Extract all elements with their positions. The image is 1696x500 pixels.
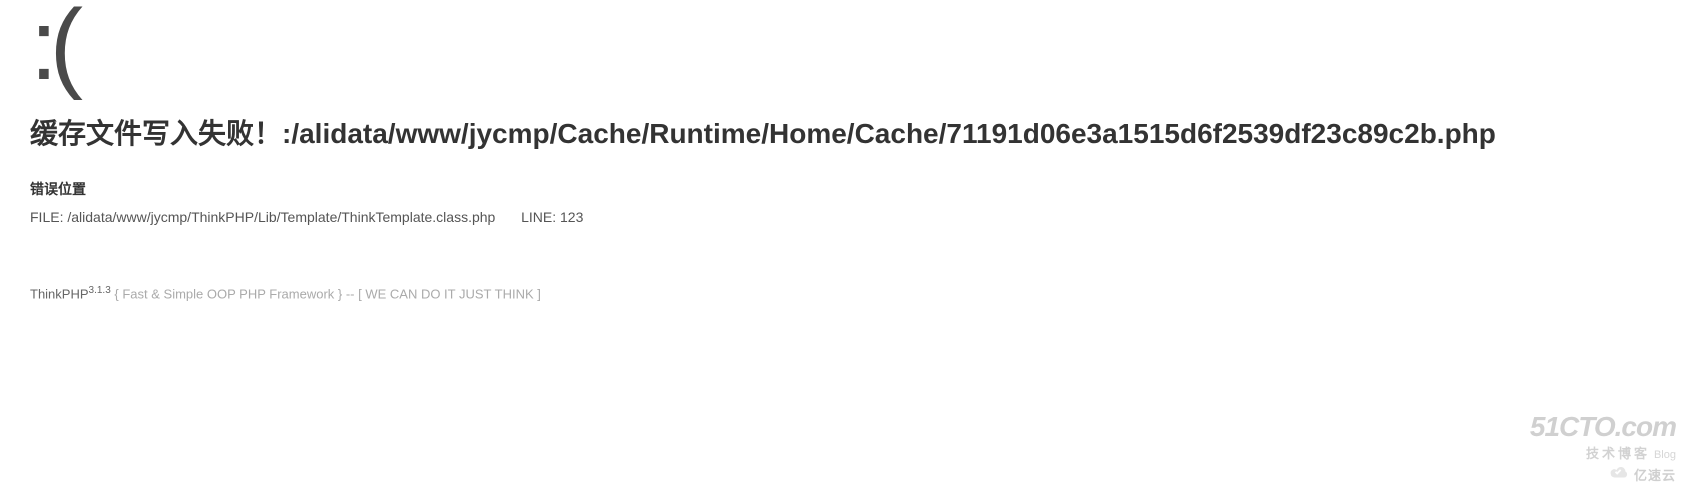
file-path: /alidata/www/jycmp/ThinkPHP/Lib/Template…	[67, 209, 495, 225]
line-label: LINE:	[521, 209, 556, 225]
framework-version: 3.1.3	[89, 285, 111, 296]
watermark: 51CTO.com 技术博客 Blog 亿速云	[1530, 413, 1676, 485]
watermark-blog: Blog	[1654, 449, 1676, 461]
watermark-sub: 技术博客 Blog	[1530, 443, 1676, 462]
cloud-icon	[1608, 464, 1630, 485]
error-location-heading: 错误位置	[30, 179, 1666, 199]
sad-face-icon: :(	[30, 0, 1666, 95]
error-location-detail: FILE: /alidata/www/jycmp/ThinkPHP/Lib/Te…	[30, 209, 1666, 225]
framework-tagline: { Fast & Simple OOP PHP Framework } -- […	[114, 286, 540, 301]
framework-footer: ThinkPHP3.1.3 { Fast & Simple OOP PHP Fr…	[30, 285, 1666, 301]
file-label: FILE:	[30, 209, 63, 225]
line-number: 123	[560, 209, 583, 225]
watermark-yun: 亿速云	[1634, 465, 1676, 484]
framework-brand: ThinkPHP	[30, 286, 89, 301]
watermark-site: 51CTO.com	[1530, 413, 1676, 441]
watermark-sub-text: 技术博客	[1586, 446, 1650, 461]
error-title: 缓存文件写入失败！:/alidata/www/jycmp/Cache/Runti…	[30, 113, 1666, 155]
